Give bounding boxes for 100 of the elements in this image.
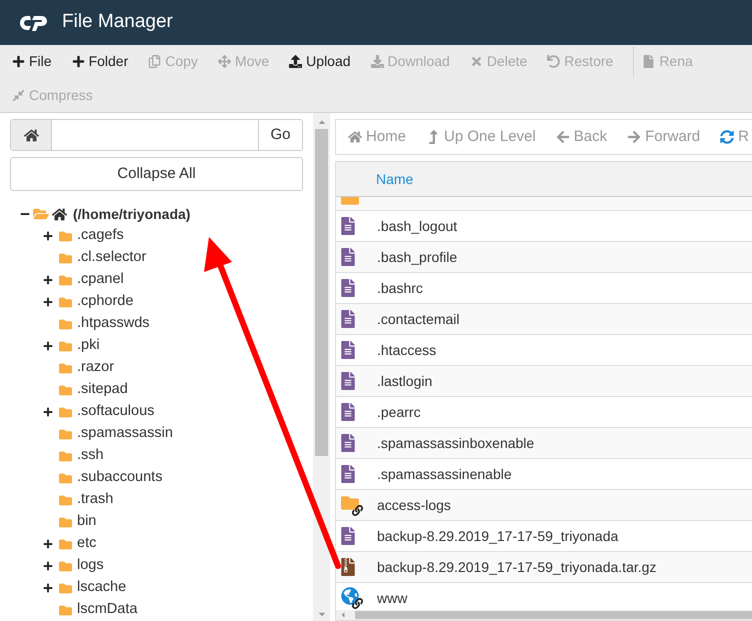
file-name: .spamassassinenable [377, 464, 512, 484]
file-row[interactable]: .spamassassinboxenable [336, 428, 752, 459]
linked-folder-icon [341, 494, 363, 516]
tree-item[interactable]: .cagefs [77, 225, 124, 247]
folder-icon [58, 384, 73, 396]
folder-icon [58, 604, 73, 616]
home-icon [52, 206, 67, 222]
expand-icon[interactable] [43, 231, 53, 241]
scrollbar-thumb[interactable] [315, 129, 328, 456]
document-icon [341, 341, 355, 359]
horizontal-scrollbar[interactable] [336, 610, 752, 620]
level-up-icon [426, 130, 440, 144]
folder-icon [58, 296, 73, 308]
file-row[interactable]: .contactemail [336, 304, 752, 335]
tree-item[interactable]: .ssh [77, 445, 104, 467]
folder-icon [58, 406, 73, 418]
file-name: .pearrc [377, 402, 421, 422]
home-icon [348, 130, 362, 144]
app-title: File Manager [62, 10, 173, 34]
scrollbar-thumb[interactable] [355, 611, 752, 619]
folder-icon [58, 230, 73, 242]
folder-icon [58, 274, 73, 286]
toolbar-button[interactable]: Upload [289, 51, 351, 72]
expand-icon[interactable] [43, 583, 53, 593]
expand-icon[interactable] [43, 275, 53, 285]
document-icon [341, 217, 355, 235]
undo-icon [547, 55, 560, 68]
file-row[interactable]: .lastlogin [336, 366, 752, 397]
tree-item[interactable]: lscache [77, 577, 126, 599]
toolbar-button[interactable]: File [12, 51, 52, 72]
file-row[interactable]: .bash_profile [336, 242, 752, 273]
archive-icon [341, 558, 355, 576]
vertical-scrollbar[interactable] [313, 113, 330, 621]
document-icon [341, 279, 355, 297]
expand-icon[interactable] [43, 407, 53, 417]
file-name: .bash_profile [377, 248, 458, 267]
tree-item[interactable]: .spamassassin [77, 423, 173, 445]
file-icon [642, 55, 656, 68]
close-icon [470, 55, 483, 68]
file-name: .bashrc [377, 278, 423, 298]
open-folder-icon [33, 207, 49, 221]
tree-item[interactable]: bin [77, 511, 96, 533]
plus-icon [72, 55, 85, 68]
document-icon [341, 527, 355, 545]
file-name: .bash_logout [377, 216, 458, 236]
file-row[interactable]: backup-8.29.2019_17-17-59_triyonada.tar.gz [336, 552, 752, 583]
folder-icon [58, 538, 73, 550]
folder-icon [58, 428, 73, 440]
copy-icon [148, 55, 162, 68]
tree-item[interactable]: .sitepad [77, 379, 128, 401]
folder-icon [58, 318, 73, 330]
file-name: backup-8.29.2019_17-17-59_triyonada [377, 526, 618, 546]
expand-icon[interactable] [43, 341, 53, 351]
refresh-icon [720, 130, 734, 144]
arrow-left-icon [556, 130, 570, 144]
expand-icon[interactable] [43, 561, 53, 571]
compress-icon [12, 88, 25, 102]
download-icon [370, 55, 384, 68]
document-icon [341, 434, 355, 452]
document-icon [341, 465, 355, 483]
tree-item[interactable]: .cl.selector [77, 247, 146, 269]
file-name: .contactemail [377, 310, 460, 328]
expand-icon[interactable] [43, 297, 53, 307]
document-icon [341, 310, 355, 328]
linked-globe-icon [341, 587, 363, 609]
file-name: .htaccess [377, 340, 436, 360]
folder-icon [58, 340, 73, 352]
upload-icon [289, 55, 302, 68]
tree-item[interactable]: etc [77, 533, 96, 555]
tree-item[interactable]: .cpanel [77, 269, 124, 291]
folder-icon [58, 582, 73, 594]
tree-item[interactable]: logs [77, 555, 104, 577]
folder-icon [58, 494, 73, 506]
tree-root-item[interactable]: (/home/triyonada) [73, 204, 190, 224]
tree-item[interactable]: .softaculous [77, 401, 154, 423]
tree-item[interactable]: .cphorde [77, 291, 134, 313]
tree-item[interactable]: lscmData [77, 599, 138, 621]
document-icon [341, 248, 355, 266]
tree-item[interactable]: .pki [77, 335, 100, 357]
file-name: backup-8.29.2019_17-17-59_triyonada.tar.gz [377, 558, 656, 577]
arrow-right-icon [627, 130, 642, 144]
file-name: www [377, 588, 408, 608]
document-icon [341, 403, 355, 421]
folder-icon [58, 560, 73, 572]
folder-icon [58, 450, 73, 462]
tree-item[interactable]: .razor [77, 357, 114, 379]
file-name: access-logs [377, 496, 451, 515]
folder-icon [58, 252, 73, 264]
expand-icon[interactable] [43, 539, 53, 549]
collapse-all-button[interactable]: Collapse All [10, 157, 303, 191]
tree-item[interactable]: .trash [77, 489, 114, 511]
file-name: .spamassassinboxenable [377, 434, 534, 453]
toolbar-button[interactable]: Folder [72, 51, 128, 72]
document-icon [341, 372, 355, 390]
move-icon [218, 55, 231, 68]
tree-item[interactable]: .htpasswds [77, 313, 150, 335]
tree-item[interactable]: .subaccounts [77, 467, 162, 489]
folder-icon [58, 472, 73, 484]
file-row[interactable]: access-logs [336, 490, 752, 521]
folder-icon [58, 362, 73, 374]
